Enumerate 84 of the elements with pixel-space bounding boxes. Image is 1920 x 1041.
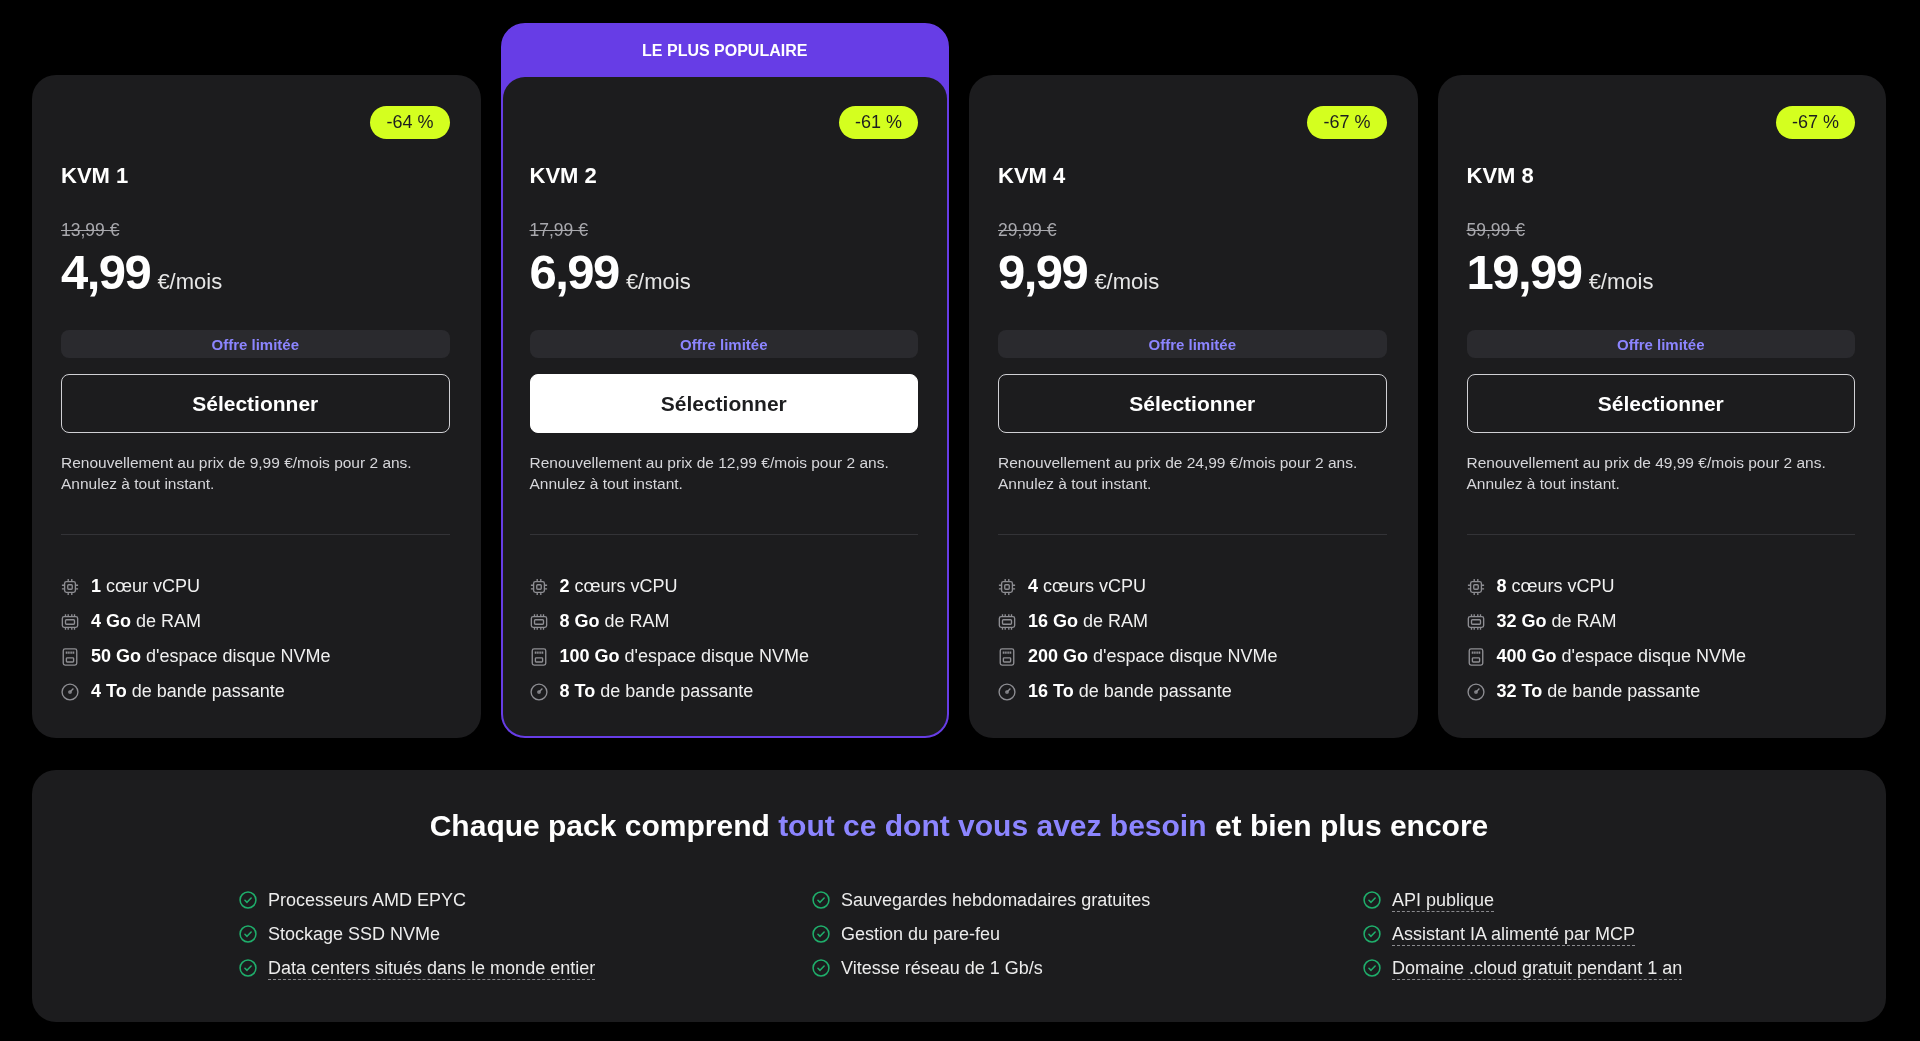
spec-text: 50 Go d'espace disque NVMe [91,646,331,667]
price: 9,99 [998,246,1088,298]
offer-banner: Offre limitée [1466,330,1855,358]
price-period: €/mois [625,269,691,295]
feature-text: Gestion du pare-feu [841,923,1001,945]
check-circle-icon [1363,959,1381,977]
spec-text: 32 To de bande passante [1496,681,1701,702]
spec-text: 1 cœur vCPU [91,576,200,597]
select-button[interactable]: Sélectionner [529,374,918,433]
feature-text: Sauvegardes hebdomadaires gratuites [841,889,1151,911]
memory-module-icon [61,612,79,631]
memory-module-icon [529,612,548,631]
spec-text: 4 To de bande passante [91,681,285,702]
old-price: 17,99 € [529,220,588,240]
feature-text: Stockage SSD NVMe [268,923,441,945]
discount-badge: -64 % [370,106,450,139]
renewal-note: Renouvellement au prix de 24,99 €/mois pour 2 ans. Annulez à tout instant. [998,453,1359,494]
discount-badge: -67 % [1307,106,1387,139]
spec-text: 8 Go de RAM [559,611,670,632]
check-circle-icon [239,925,257,943]
spec-text: 2 cœurs vCPU [559,576,678,597]
tooltip-term[interactable]: Data centers situés dans le monde entier [268,957,596,979]
discount-badge: -67 % [1775,106,1855,139]
tooltip-term[interactable]: Assistant IA alimenté par MCP [1392,923,1636,945]
plan-name: KVM 2 [529,162,598,190]
plan-name: KVM 1 [61,162,130,190]
check-circle-icon [812,891,830,909]
spec-text: 200 Go d'espace disque NVMe [1028,646,1278,667]
spec-text: 8 cœurs vCPU [1496,576,1615,597]
gauge-icon [1466,682,1485,701]
drive-icon [529,647,548,666]
popular-label: LE PLUS POPULAIRE [642,42,808,60]
renewal-note: Renouvellement au prix de 12,99 €/mois pour 2 ans. Annulez à tout instant. [529,453,890,494]
check-circle-icon [239,891,257,909]
plan-name: KVM 8 [1466,162,1535,190]
check-circle-icon [812,959,830,977]
cpu-chip-icon [61,577,79,596]
discount-badge: -61 % [838,106,918,139]
gauge-icon [529,682,548,701]
check-circle-icon [812,925,830,943]
gauge-icon [61,682,79,701]
section-heading: Chaque pack comprend tout ce dont vous avez besoin et bien plus encore [429,808,1489,844]
spec-text: 400 Go d'espace disque NVMe [1496,646,1747,667]
spec-text: 16 Go de RAM [1028,611,1149,632]
tooltip-term[interactable]: API publique [1392,889,1495,911]
price-period: €/mois [1094,269,1160,295]
price: 6,99 [529,246,619,298]
spec-text: 32 Go de RAM [1496,611,1617,632]
renewal-note: Renouvellement au prix de 9,99 €/mois pour 2 ans. Annulez à tout instant. [61,453,413,494]
spec-text: 100 Go d'espace disque NVMe [559,646,810,667]
price: 4,99 [61,246,151,298]
plan-name: KVM 4 [998,162,1067,190]
cpu-chip-icon [1466,577,1485,596]
memory-module-icon [1466,612,1485,631]
check-circle-icon [239,959,257,977]
select-button[interactable]: Sélectionner [1466,374,1855,433]
offer-banner: Offre limitée [529,330,918,358]
old-price: 29,99 € [998,220,1057,240]
cpu-chip-icon [529,577,548,596]
offer-banner: Offre limitée [998,330,1387,358]
feature-text: Vitesse réseau de 1 Gb/s [841,957,1043,979]
drive-icon [1466,647,1485,666]
check-circle-icon [1363,891,1381,909]
spec-text: 4 cœurs vCPU [1028,576,1146,597]
memory-module-icon [998,612,1016,631]
cpu-chip-icon [998,577,1016,596]
spec-text: 4 Go de RAM [91,611,202,632]
price-period: €/mois [1588,269,1654,295]
spec-text: 16 To de bande passante [1028,681,1232,702]
spec-text: 8 To de bande passante [559,681,754,702]
tooltip-term[interactable]: Domaine .cloud gratuit pendant 1 an [1392,957,1683,979]
price-period: €/mois [157,269,223,295]
price: 19,99 [1466,246,1582,298]
drive-icon [61,647,79,666]
offer-banner: Offre limitée [61,330,450,358]
select-button[interactable]: Sélectionner [61,374,450,433]
select-button[interactable]: Sélectionner [998,374,1387,433]
feature-text: Processeurs AMD EPYC [268,889,467,911]
old-price: 13,99 € [61,220,120,240]
gauge-icon [998,682,1016,701]
old-price: 59,99 € [1466,220,1525,240]
renewal-note: Renouvellement au prix de 49,99 €/mois pour 2 ans. Annulez à tout instant. [1466,453,1827,494]
drive-icon [998,647,1016,666]
check-circle-icon [1363,925,1381,943]
